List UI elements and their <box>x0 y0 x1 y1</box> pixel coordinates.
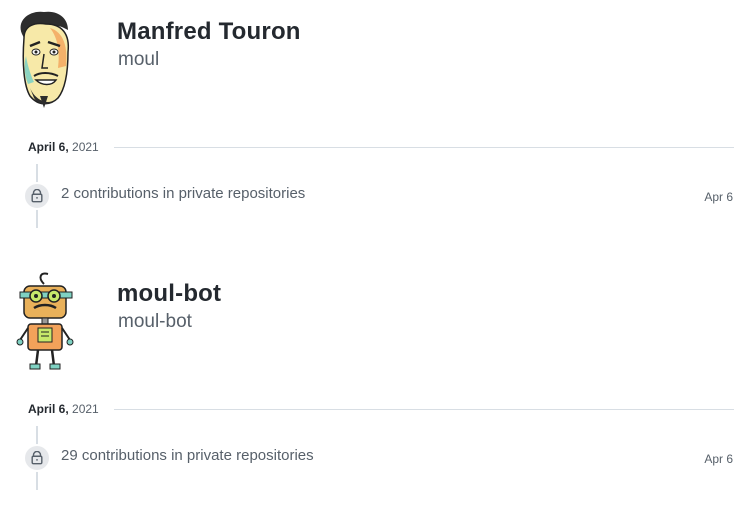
lock-icon <box>23 444 51 472</box>
contributions-text: contributions in private repositories <box>73 185 306 202</box>
date-divider <box>114 409 734 410</box>
avatar-moul-bot[interactable] <box>10 270 82 374</box>
contributions-summary[interactable]: 2 contributions in private repositories <box>61 185 305 202</box>
contributions-count: 29 <box>61 447 78 464</box>
activity-date: April 6, 2021 <box>28 402 99 416</box>
activity-date-header: April 6, 2021 <box>28 140 734 156</box>
profile-name[interactable]: Manfred Touron <box>117 18 301 46</box>
avatar-manfred-touron[interactable] <box>10 8 82 112</box>
avatar-illustration <box>16 272 74 370</box>
contributions-count: 2 <box>61 185 70 202</box>
profile-name[interactable]: moul-bot <box>117 280 221 308</box>
contribution-date: Apr 6 <box>704 452 733 466</box>
activity-date-month-day: April 6, <box>28 140 69 154</box>
activity-date-header: April 6, 2021 <box>28 402 734 418</box>
contribution-date: Apr 6 <box>704 190 733 204</box>
date-divider <box>114 147 734 148</box>
contributions-text: contributions in private repositories <box>81 447 314 464</box>
contributions-summary[interactable]: 29 contributions in private repositories <box>61 447 314 464</box>
activity-date-year: 2021 <box>72 140 99 154</box>
activity-date: April 6, 2021 <box>28 140 99 154</box>
lock-icon <box>23 182 51 210</box>
avatar-illustration <box>20 11 70 108</box>
profile-login: moul <box>118 49 160 70</box>
profile-login: moul-bot <box>118 311 192 332</box>
activity-date-year: 2021 <box>72 402 99 416</box>
activity-date-month-day: April 6, <box>28 402 69 416</box>
